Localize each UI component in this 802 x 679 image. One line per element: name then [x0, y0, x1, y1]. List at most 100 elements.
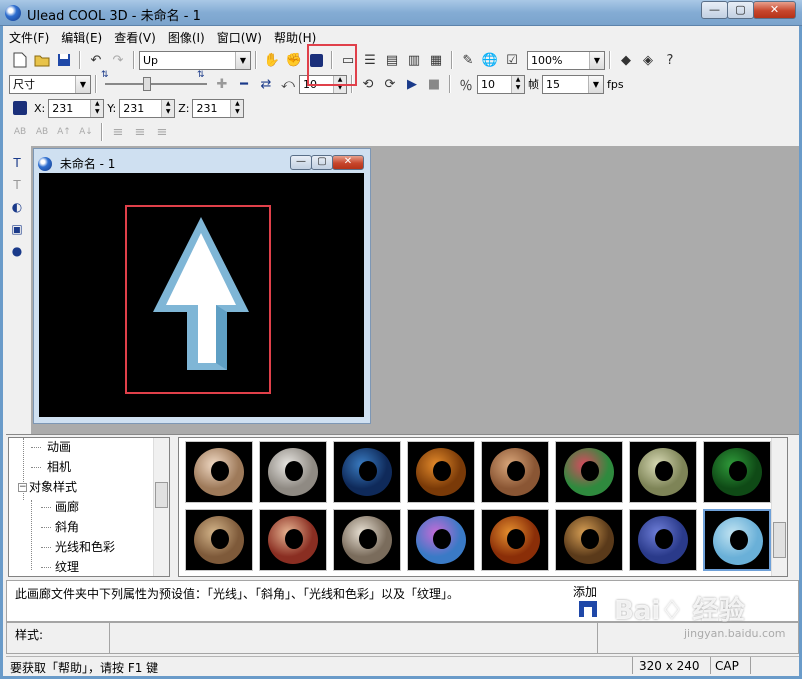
plugin-icon[interactable]: ◆: [616, 50, 636, 70]
frame-spinner[interactable]: 10 ▲ ▼: [477, 74, 525, 94]
menu-view[interactable]: 查看(V): [108, 28, 162, 46]
status-caps-lock: CAP: [710, 657, 750, 674]
tree-item-object-style[interactable]: 对象样式: [29, 478, 77, 496]
gallery-thumbnail[interactable]: [703, 441, 771, 503]
curve-icon[interactable]: ⤺: [278, 74, 298, 94]
help-pointer-icon[interactable]: ?: [660, 50, 680, 70]
position-mode-icon[interactable]: [10, 98, 30, 118]
spinner-arrows-icon[interactable]: ▲ ▼: [90, 99, 104, 117]
remove-keyframe-icon[interactable]: ━: [234, 74, 254, 94]
spinner-arrows-icon[interactable]: ▲ ▼: [511, 75, 524, 93]
doc-maximize-button[interactable]: ▢: [311, 155, 333, 170]
menu-window[interactable]: 窗口(W): [211, 28, 268, 46]
image-export-icon[interactable]: ◈: [638, 50, 658, 70]
menu-image[interactable]: 图像(I): [162, 28, 211, 46]
magic-wand-icon[interactable]: ✎: [458, 50, 478, 70]
text-spacing-icon[interactable]: AB: [10, 122, 30, 142]
redo-icon[interactable]: ↷: [108, 50, 128, 70]
fps-combo[interactable]: 15 ▼: [542, 74, 604, 94]
tree-item-texture[interactable]: 纹理: [55, 558, 79, 576]
text-up-icon[interactable]: A↑: [54, 122, 74, 142]
gallery-thumbnail[interactable]: [333, 441, 401, 503]
close-button[interactable]: ✕: [753, 1, 796, 19]
x-field[interactable]: 231 ▲ ▼: [48, 98, 105, 118]
spinner-arrows-icon[interactable]: ▲ ▼: [230, 99, 244, 117]
select-tool-icon[interactable]: ▣: [8, 220, 26, 238]
align-right-icon[interactable]: ≡: [152, 122, 172, 142]
minimize-button[interactable]: —: [701, 1, 728, 19]
tree-item-light-color[interactable]: 光线和色彩: [55, 538, 115, 556]
hand-pan-icon[interactable]: ✋: [262, 50, 282, 70]
tree-item-bevel[interactable]: 斜角: [55, 518, 79, 536]
view-3d-icon[interactable]: ▤: [382, 50, 402, 70]
play-icon[interactable]: ▶: [402, 74, 422, 94]
maximize-button[interactable]: ▢: [727, 1, 754, 19]
gallery-thumbnail[interactable]: [259, 509, 327, 571]
torus-hole: [507, 461, 525, 481]
stop-icon[interactable]: ■: [424, 74, 444, 94]
slider-handle-icon[interactable]: [143, 77, 151, 91]
menu-edit[interactable]: 编辑(E): [55, 28, 108, 46]
gallery-scrollbar[interactable]: [771, 438, 787, 576]
view-top-icon[interactable]: ▥: [404, 50, 424, 70]
refresh-icon[interactable]: ⟳: [380, 74, 400, 94]
new-file-icon[interactable]: [10, 50, 30, 70]
checkbox-icon[interactable]: ☑: [502, 50, 522, 70]
gallery-thumbnail[interactable]: [333, 509, 401, 571]
tree-scrollbar[interactable]: [153, 438, 169, 576]
insert-object-icon[interactable]: ◐: [8, 198, 26, 216]
gallery-thumbnail[interactable]: [185, 509, 253, 571]
loop-icon[interactable]: ⟲: [358, 74, 378, 94]
gallery-thumbnail[interactable]: [481, 441, 549, 503]
open-folder-icon[interactable]: [32, 50, 52, 70]
z-field[interactable]: 231 ▲ ▼: [192, 98, 245, 118]
gallery-thumbnail[interactable]: [407, 509, 475, 571]
edit-text-icon[interactable]: T: [8, 176, 26, 194]
save-icon[interactable]: [54, 50, 74, 70]
gallery-thumbnail[interactable]: [407, 441, 475, 503]
torus-preview-icon: [713, 517, 763, 565]
highlight-box-select-tool: [307, 44, 357, 86]
gallery-scroll-thumb[interactable]: [773, 522, 786, 558]
insert-text-icon[interactable]: T: [8, 154, 26, 172]
spinner-arrows-icon[interactable]: ▲ ▼: [161, 99, 175, 117]
doc-close-button[interactable]: ✕: [332, 155, 364, 170]
timeline-slider[interactable]: ⇅ ⇅: [101, 70, 211, 94]
gallery-thumbnail[interactable]: [555, 441, 623, 503]
gallery-thumbnail[interactable]: [185, 441, 253, 503]
rotate-hand-icon[interactable]: ✊: [284, 50, 304, 70]
collapse-icon[interactable]: −: [18, 483, 27, 492]
text-spacing-narrow-icon[interactable]: AB: [32, 122, 52, 142]
torus-hole: [433, 529, 451, 549]
y-field[interactable]: 231 ▲ ▼: [119, 98, 176, 118]
gallery-thumbnail[interactable]: [259, 441, 327, 503]
text-down-icon[interactable]: A↓: [76, 122, 96, 142]
view-stack-icon[interactable]: ☰: [360, 50, 380, 70]
tree-item-camera[interactable]: 相机: [47, 458, 71, 476]
doc-minimize-button[interactable]: —: [290, 155, 312, 170]
chevron-down-icon: ▼: [75, 75, 90, 93]
status-help-text: 要获取「帮助」，请按 F1 键: [10, 661, 159, 675]
zoom-combo[interactable]: 100% ▼: [527, 50, 605, 70]
gallery-thumbnail[interactable]: [481, 509, 549, 571]
align-center-icon[interactable]: ≡: [130, 122, 150, 142]
menu-file[interactable]: 文件(F): [3, 28, 55, 46]
gallery-thumbnail[interactable]: [703, 509, 771, 571]
gallery-thumbnail[interactable]: [555, 509, 623, 571]
mode-combo[interactable]: 尺寸 ▼: [9, 74, 91, 94]
tree-item-animation[interactable]: 动画: [47, 438, 71, 456]
reverse-icon[interactable]: ⇄: [256, 74, 276, 94]
gallery-thumbnail[interactable]: [629, 441, 697, 503]
geometry-icon[interactable]: ●: [8, 242, 26, 260]
undo-icon[interactable]: ↶: [86, 50, 106, 70]
object-select-combo[interactable]: Up ▼: [139, 50, 251, 70]
tree-scroll-thumb[interactable]: [155, 482, 168, 508]
add-keyframe-icon[interactable]: ✚: [212, 74, 232, 94]
percent-icon[interactable]: ％: [456, 74, 476, 94]
view-side-icon[interactable]: ▦: [426, 50, 446, 70]
align-left-icon[interactable]: ≡: [108, 122, 128, 142]
globe-icon[interactable]: 🌐: [480, 50, 500, 70]
tree-item-gallery[interactable]: 画廊: [55, 498, 79, 516]
add-button[interactable]: 添加: [573, 583, 607, 619]
gallery-thumbnail[interactable]: [629, 509, 697, 571]
